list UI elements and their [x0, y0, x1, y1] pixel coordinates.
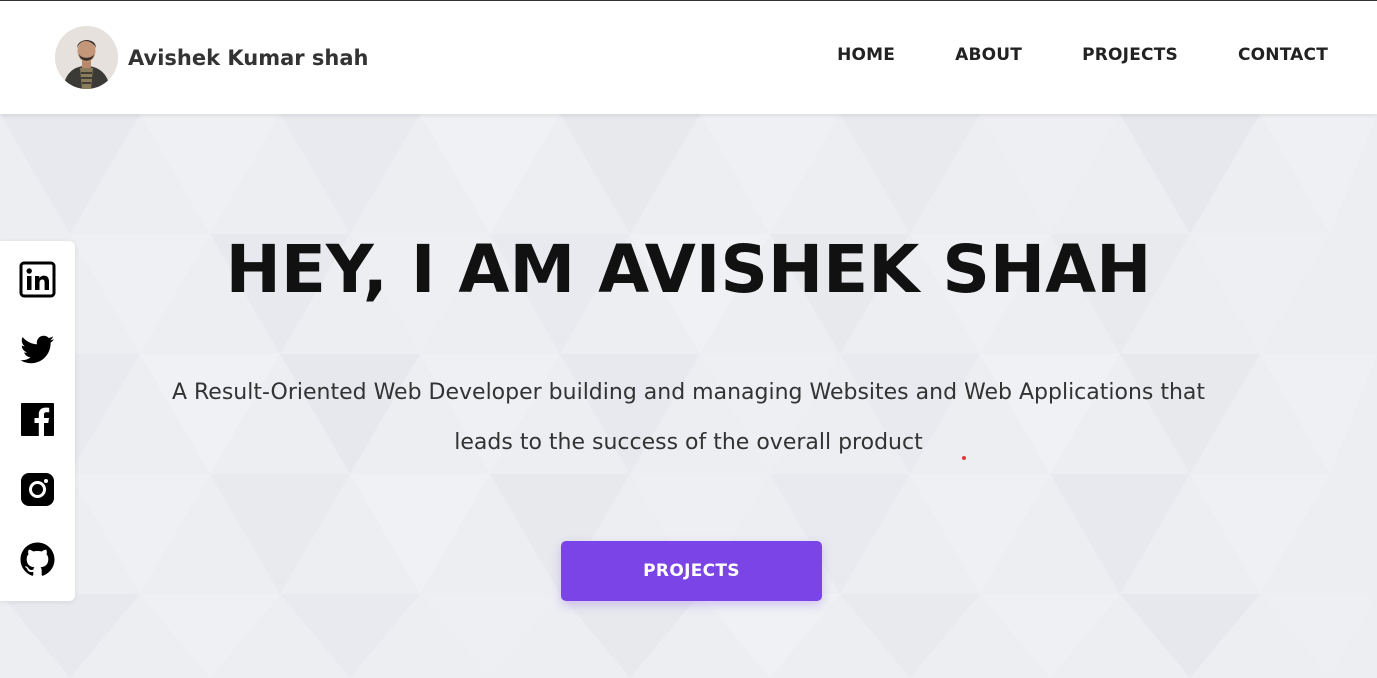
avatar: [55, 26, 118, 89]
hero-title: HEY, I AM AVISHEK SHAH: [225, 231, 1152, 308]
linkedin-link[interactable]: [19, 261, 56, 298]
cursor-dot: [962, 456, 966, 460]
brand-name[interactable]: Avishek Kumar shah: [128, 46, 369, 70]
main-nav: HOME ABOUT PROJECTS CONTACT: [837, 45, 1328, 65]
facebook-icon: [21, 403, 54, 436]
nav-about[interactable]: ABOUT: [955, 45, 1022, 65]
nav-projects[interactable]: PROJECTS: [1082, 45, 1178, 65]
profile-photo-icon: [55, 26, 118, 89]
brand[interactable]: Avishek Kumar shah: [55, 26, 369, 89]
facebook-link[interactable]: [19, 401, 56, 438]
github-icon: [20, 542, 55, 576]
social-sidebar: [0, 241, 75, 601]
projects-button[interactable]: PROJECTS: [561, 541, 822, 601]
twitter-link[interactable]: [19, 331, 56, 368]
hero-subtitle: A Result-Oriented Web Developer building…: [171, 380, 1206, 455]
instagram-link[interactable]: [19, 471, 56, 508]
instagram-icon: [21, 473, 54, 506]
nav-contact[interactable]: CONTACT: [1238, 45, 1328, 65]
twitter-icon: [20, 335, 54, 364]
site-header: Avishek Kumar shah HOME ABOUT PROJECTS C…: [0, 0, 1377, 114]
portfolio-page: Avishek Kumar shah HOME ABOUT PROJECTS C…: [0, 0, 1377, 678]
nav-home[interactable]: HOME: [837, 45, 895, 65]
github-link[interactable]: [19, 541, 56, 578]
hero-section: HEY, I AM AVISHEK SHAH A Result-Oriented…: [0, 114, 1377, 678]
linkedin-icon: [19, 261, 56, 298]
